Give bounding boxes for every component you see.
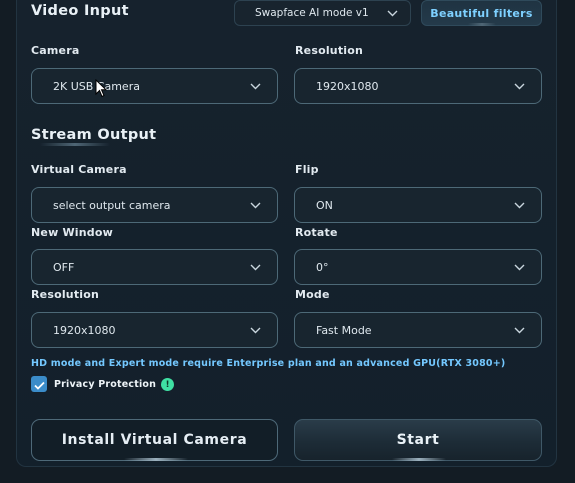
chevron-down-icon [509, 257, 529, 277]
start-accent [392, 458, 446, 461]
flip-label: Flip [295, 163, 319, 176]
enterprise-note: HD mode and Expert mode require Enterpri… [31, 358, 506, 369]
output-resolution-label: Resolution [31, 288, 100, 301]
mode-value: Fast Mode [316, 323, 372, 337]
stream-output-accent [40, 143, 110, 146]
install-virtual-camera-label: Install Virtual Camera [61, 432, 248, 448]
privacy-checkbox[interactable] [31, 376, 47, 392]
input-resolution-label: Resolution [295, 44, 364, 57]
camera-select[interactable]: 2K USB Camera [31, 68, 278, 104]
mouse-cursor-icon [95, 78, 108, 102]
stream-output-title: Stream Output [31, 127, 157, 143]
beautiful-filters-label: Beautiful filters [430, 6, 533, 20]
mode-label: Mode [295, 288, 330, 301]
chevron-down-icon [245, 320, 265, 340]
swap-mode-value: Swapface AI mode v1 [255, 7, 369, 19]
flip-select[interactable]: ON [294, 187, 542, 223]
input-resolution-select[interactable]: 1920x1080 [294, 68, 542, 104]
privacy-protection-label: Privacy Protection [54, 379, 157, 390]
output-resolution-select[interactable]: 1920x1080 [31, 312, 278, 348]
new-window-value: OFF [53, 260, 75, 274]
start-label: Start [396, 432, 440, 448]
mode-select[interactable]: Fast Mode [294, 312, 542, 348]
app-window: Video Input Swapface AI mode v1 Beautifu… [0, 0, 575, 483]
install-accent [124, 458, 188, 461]
rotate-select[interactable]: 0° [294, 249, 542, 285]
virtual-camera-value: select output camera [53, 198, 171, 212]
chevron-down-icon [509, 76, 529, 96]
chevron-down-icon [509, 320, 529, 340]
chevron-down-icon [245, 257, 265, 277]
chevron-down-icon [245, 195, 265, 215]
rotate-value: 0° [316, 260, 329, 274]
chevron-down-icon [382, 3, 402, 23]
output-resolution-value: 1920x1080 [53, 323, 116, 337]
virtual-camera-select[interactable]: select output camera [31, 187, 278, 223]
new-window-select[interactable]: OFF [31, 249, 278, 285]
swap-mode-select[interactable]: Swapface AI mode v1 [234, 0, 411, 26]
chevron-down-icon [245, 76, 265, 96]
camera-label: Camera [31, 44, 80, 57]
start-button[interactable]: Start [294, 419, 542, 461]
video-input-title: Video Input [31, 3, 129, 19]
flip-value: ON [316, 198, 333, 212]
virtual-camera-label: Virtual Camera [31, 163, 127, 176]
rotate-label: Rotate [295, 226, 338, 239]
info-icon[interactable]: ! [161, 378, 174, 391]
chevron-down-icon [509, 195, 529, 215]
filters-accent [468, 23, 496, 26]
new-window-label: New Window [31, 226, 113, 239]
install-virtual-camera-button[interactable]: Install Virtual Camera [31, 419, 278, 461]
check-icon [33, 375, 45, 394]
camera-value: 2K USB Camera [53, 79, 140, 93]
input-resolution-value: 1920x1080 [316, 79, 379, 93]
